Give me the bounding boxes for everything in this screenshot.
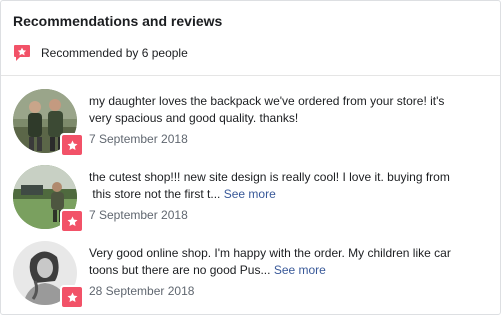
review-text-line2: very spacious and good quality. thanks! xyxy=(89,111,299,125)
review-item: my daughter loves the backpack we've ord… xyxy=(13,89,491,159)
review-body: the cutest shop!!! new site design is re… xyxy=(89,169,493,223)
star-icon xyxy=(67,292,77,302)
recommendation-summary: Recommended by 6 people xyxy=(13,44,488,62)
recommend-badge xyxy=(60,209,84,233)
review-text-line2: this store not the first t... xyxy=(89,187,221,201)
see-more-link[interactable]: See more xyxy=(224,187,276,201)
review-date[interactable]: 7 September 2018 xyxy=(89,207,493,223)
section-title: Recommendations and reviews xyxy=(13,13,223,29)
recommend-flag-icon xyxy=(14,45,30,61)
card-header: Recommendations and reviews Recommended … xyxy=(1,1,500,76)
reviewer-avatar[interactable] xyxy=(13,165,84,233)
recommend-badge xyxy=(60,133,84,157)
review-text-line1: the cutest shop!!! new site design is re… xyxy=(89,170,450,184)
star-icon xyxy=(67,216,77,226)
star-icon xyxy=(67,140,77,150)
review-text: the cutest shop!!! new site design is re… xyxy=(89,169,493,203)
recommendations-card: Recommendations and reviews Recommended … xyxy=(0,0,501,315)
review-text-line1: Very good online shop. I'm happy with th… xyxy=(89,246,451,260)
reviewer-avatar[interactable] xyxy=(13,89,84,157)
recommended-count-text: Recommended by 6 people xyxy=(41,46,188,60)
review-body: my daughter loves the backpack we've ord… xyxy=(89,93,493,147)
reviewer-avatar[interactable] xyxy=(13,241,84,309)
review-item: the cutest shop!!! new site design is re… xyxy=(13,165,491,235)
review-body: Very good online shop. I'm happy with th… xyxy=(89,245,493,299)
review-item: Very good online shop. I'm happy with th… xyxy=(13,241,491,311)
recommend-badge xyxy=(60,285,84,309)
review-text-line1: my daughter loves the backpack we've ord… xyxy=(89,94,445,108)
review-text: Very good online shop. I'm happy with th… xyxy=(89,245,493,279)
review-date[interactable]: 28 September 2018 xyxy=(89,283,493,299)
review-text-line2: toons but there are no good Pus... xyxy=(89,263,271,277)
review-text: my daughter loves the backpack we've ord… xyxy=(89,93,493,127)
see-more-link[interactable]: See more xyxy=(274,263,326,277)
review-date[interactable]: 7 September 2018 xyxy=(89,131,493,147)
